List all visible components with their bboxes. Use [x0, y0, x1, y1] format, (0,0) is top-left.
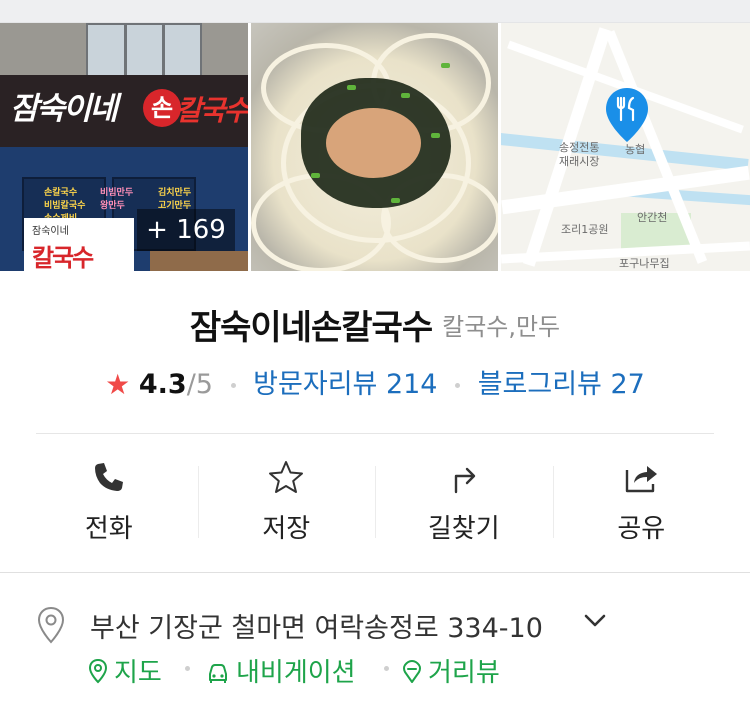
map-pin-icon: [606, 88, 648, 142]
chive-topping: [347, 85, 356, 90]
noodle-dish-photo[interactable]: [251, 23, 498, 271]
save-label: 저장: [262, 514, 311, 544]
rating-max: /5: [186, 369, 213, 400]
storefront-photo[interactable]: 잠숙이네 손 칼국수 손칼국수 비빔칼국수 손수제비 비빔만두 왕만두 김치만두…: [0, 23, 248, 271]
action-bar: 전화 저장 길찾기 공유: [20, 460, 731, 544]
directions-button[interactable]: 길찾기: [375, 460, 553, 544]
navigation-link-label: 내비게이션: [236, 658, 356, 688]
navigation-link[interactable]: 내비게이션: [206, 652, 356, 689]
visitor-reviews-link[interactable]: 방문자리뷰 214: [253, 369, 437, 400]
signboard-text-2: 칼국수: [176, 94, 248, 127]
sesame-topping: [326, 108, 421, 178]
separator-dot: [230, 383, 236, 388]
menu-text: 비빔만두: [100, 188, 134, 198]
rating-score: 4.3: [138, 369, 187, 400]
phone-icon: [94, 463, 123, 491]
separator-dot: [455, 383, 461, 388]
directions-label: 길찾기: [427, 514, 500, 544]
building-window: [86, 23, 202, 79]
top-bar: [0, 0, 750, 23]
map-label-park: 조리1공원: [561, 223, 609, 236]
map-label-restaurant: 포구나무집: [619, 257, 670, 270]
menu-text: 손칼국수: [44, 188, 78, 198]
call-button[interactable]: 전화: [20, 460, 198, 544]
road: [501, 165, 750, 215]
chive-topping: [391, 198, 400, 203]
blog-reviews-link[interactable]: 블로그리뷰 27: [478, 369, 645, 400]
save-button[interactable]: 저장: [197, 460, 376, 544]
menu-text: 김치만두: [158, 188, 192, 198]
signboard-text: 잠숙이네: [10, 91, 118, 127]
map-thumbnail[interactable]: 송정전통 재래시장 농협 안간천 조리1공원 포구나무집: [501, 23, 750, 271]
photo-strip: 잠숙이네 손 칼국수 손칼국수 비빔칼국수 손수제비 비빔만두 왕만두 김치만두…: [0, 23, 750, 271]
place-name: 잠숙이네손칼국수: [189, 308, 433, 348]
star-icon: ★: [105, 368, 131, 401]
chive-topping: [401, 93, 410, 98]
separator-dot: [384, 666, 389, 671]
banner-small-text: 잠숙이네: [32, 226, 69, 237]
map-link-label: 지도: [114, 658, 162, 688]
share-button[interactable]: 공유: [552, 460, 731, 544]
bowls-image: [150, 251, 248, 271]
window-menu-2: 비빔만두 왕만두: [100, 187, 133, 213]
star-outline-icon: [269, 461, 304, 493]
share-icon: [626, 466, 658, 493]
street-view-link-label: 거리뷰: [428, 658, 500, 688]
storefront-signboard: 잠숙이네 손 칼국수: [0, 75, 248, 147]
section-divider: [0, 572, 750, 573]
street-view-icon: [403, 660, 421, 683]
car-icon: [209, 664, 227, 683]
map-label-market: 송정전통 재래시장: [559, 141, 600, 168]
chevron-down-icon[interactable]: [584, 614, 606, 628]
call-label: 전화: [84, 514, 133, 544]
chive-topping: [311, 173, 320, 178]
divider: [36, 433, 714, 434]
address-text: 부산 기장군 철마면 여락송정로 334-10: [90, 613, 543, 644]
map-label-stream: 안간천: [637, 211, 668, 224]
place-category: 칼국수,만두: [442, 313, 561, 341]
banner-big-text: 칼국수: [32, 244, 94, 271]
street-view-link[interactable]: 거리뷰: [402, 652, 500, 689]
more-photos-badge[interactable]: + 169: [137, 209, 235, 251]
storefront-banner: 잠숙이네 칼국수: [24, 218, 134, 271]
map-link[interactable]: 지도: [88, 652, 162, 689]
chive-topping: [431, 133, 440, 138]
chive-topping: [441, 63, 450, 68]
location-pin-icon: [37, 606, 65, 644]
menu-text: 비빔칼국수: [44, 201, 86, 211]
menu-text: 왕만두: [100, 201, 125, 211]
map-pin-outline-icon: [88, 658, 108, 684]
place-title-row: 잠숙이네손칼국수 칼국수,만두: [0, 300, 750, 349]
directions-icon: [454, 467, 475, 494]
separator-dot: [185, 666, 190, 671]
share-label: 공유: [617, 514, 666, 544]
rating-row: ★ 4.3/5 방문자리뷰 214 블로그리뷰 27: [0, 362, 750, 401]
